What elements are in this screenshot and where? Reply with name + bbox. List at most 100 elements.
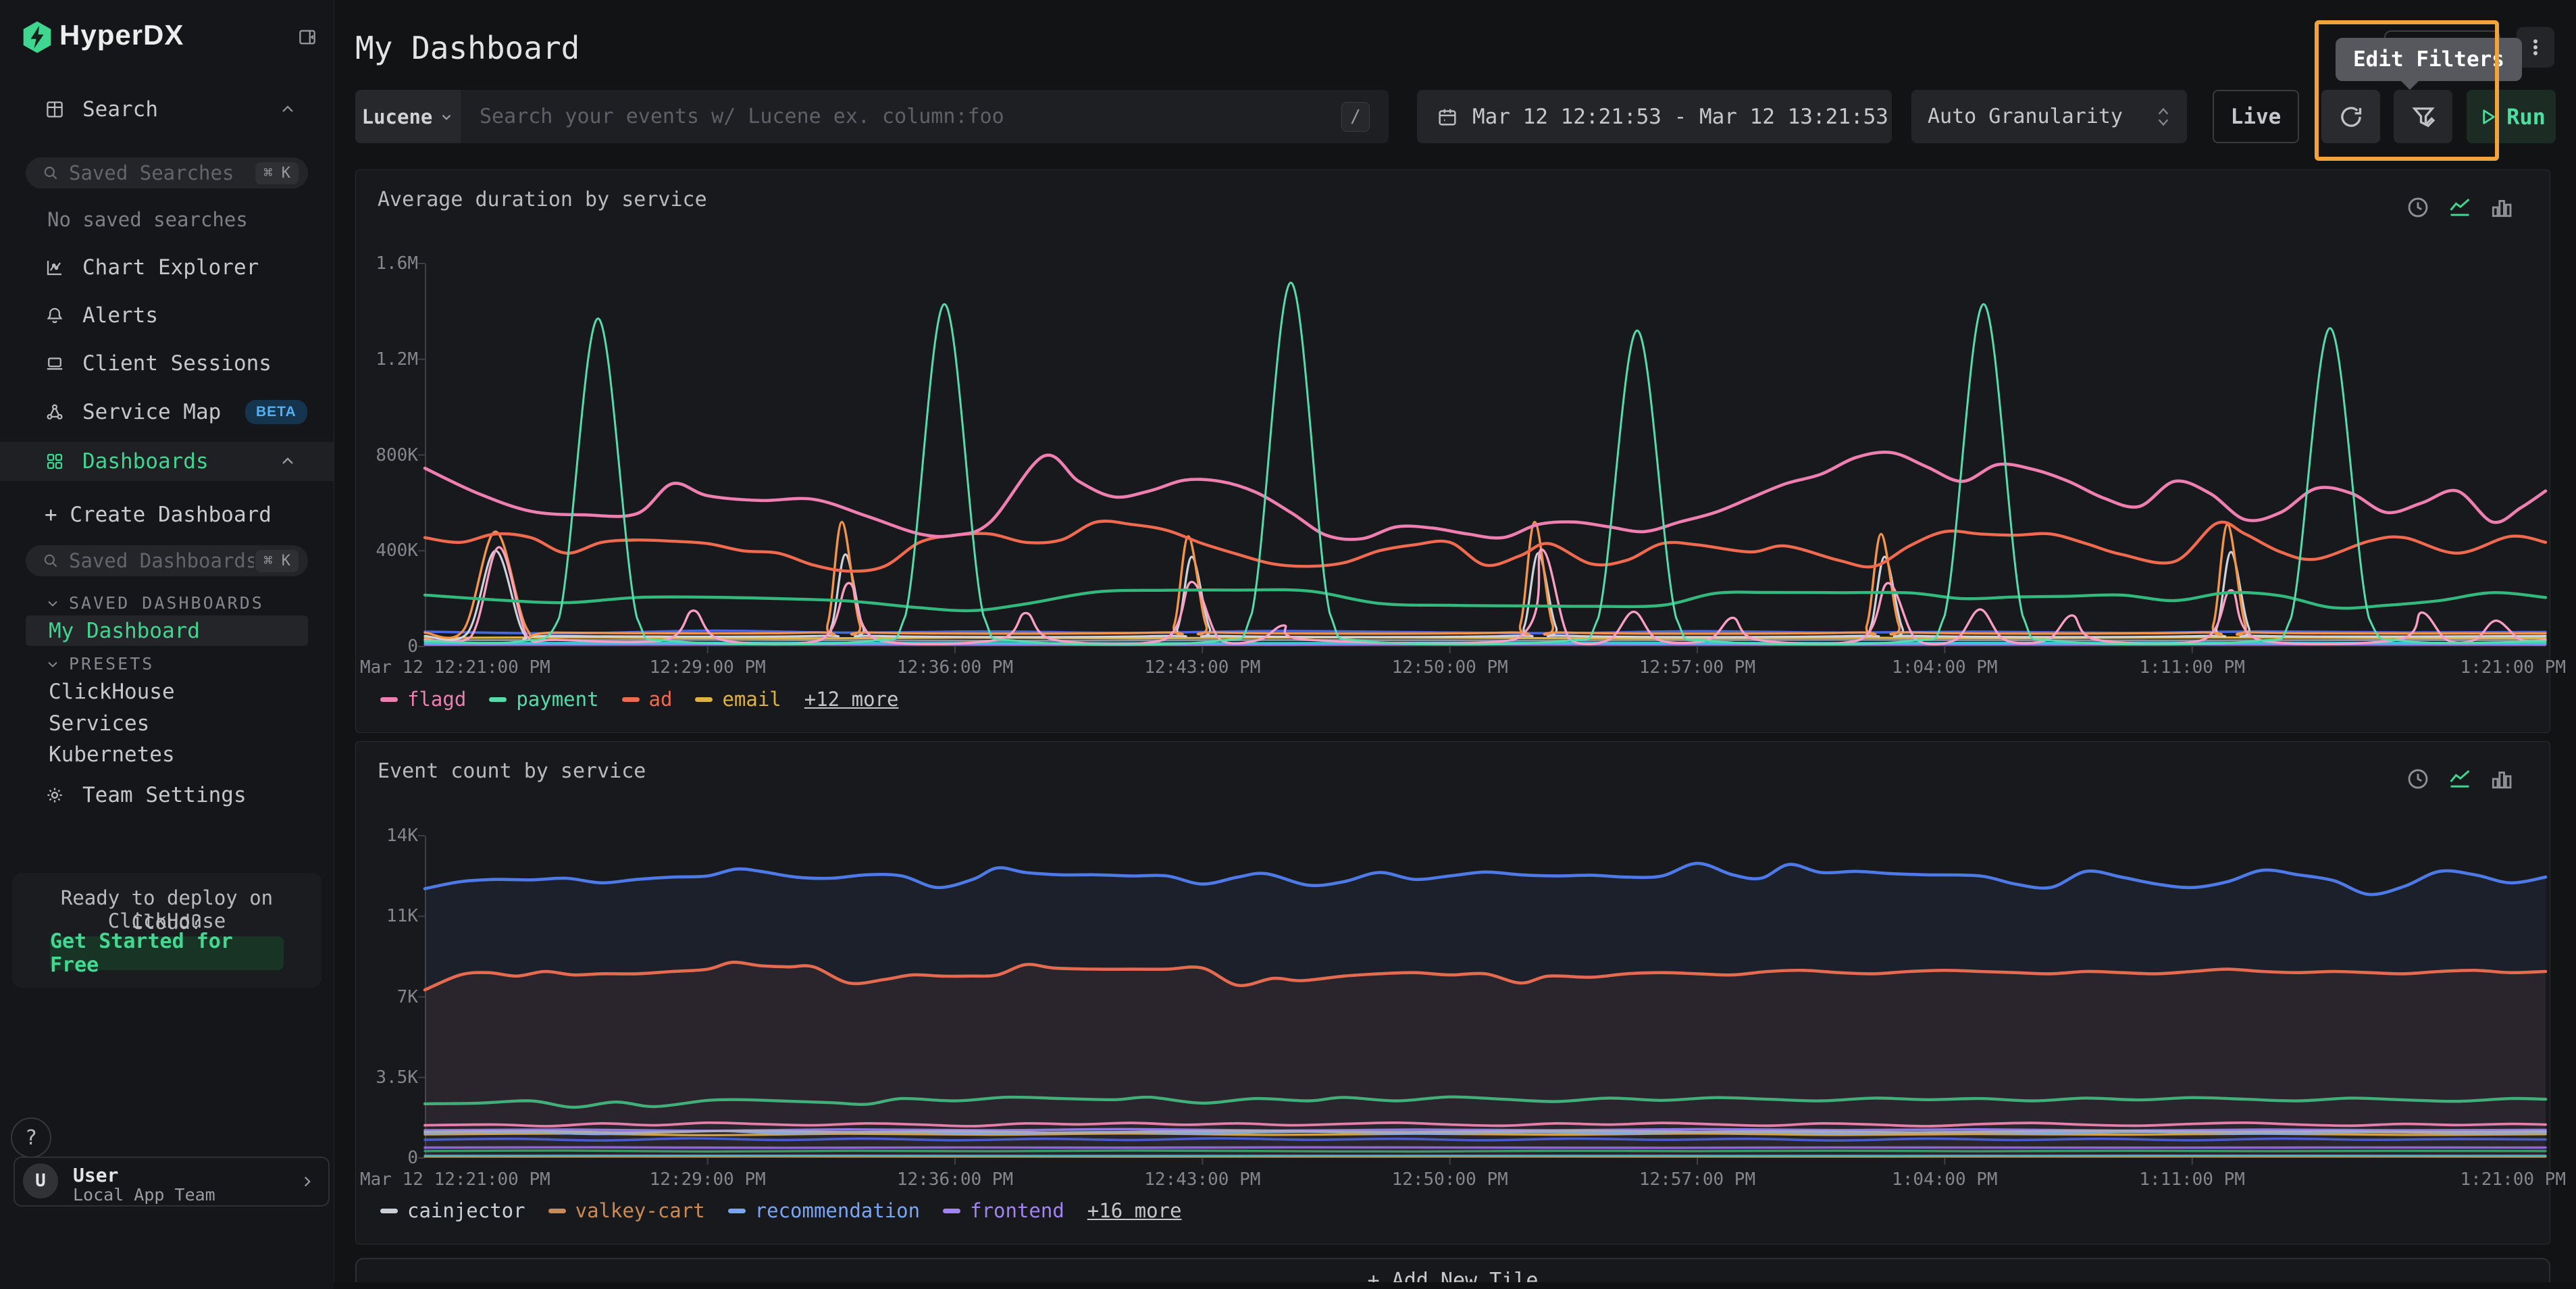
live-label: Live [2231,105,2282,129]
chart-title: Average duration by service [378,188,707,211]
saved-searches-search[interactable]: ⌘ K [26,157,308,188]
sidebar-item-label: Service Map [82,400,221,424]
legend-label: cainjector [407,1199,525,1222]
run-label: Run [2506,104,2546,130]
legend-item[interactable]: frontend [943,1199,1064,1222]
x-axis-labels: Mar 12 12:21:00 PM12:29:00 PM12:36:00 PM… [425,1167,2546,1190]
legend-item[interactable]: email [695,688,781,711]
sidebar-item-search[interactable]: Search [0,91,334,128]
chart-explorer-icon [45,257,65,278]
sidebar-collapse-icon[interactable] [297,27,317,47]
clickhouse-cloud-card: Ready to deploy on ClickHouse Cloud? Get… [12,873,321,988]
chevron-right-icon [299,1173,316,1190]
bar-chart-icon[interactable] [2489,766,2515,792]
line-chart-icon[interactable] [2447,766,2473,792]
legend-more-link[interactable]: +12 more [804,688,899,711]
time-range-picker[interactable]: Mar 12 12:21:53 - Mar 12 13:21:53 [1417,90,1892,143]
bar-chart-icon[interactable] [2489,195,2515,220]
dashboard-name-label: My Dashboard [49,619,200,643]
chevron-up-icon[interactable] [278,452,297,471]
get-started-button[interactable]: Get Started for Free [50,936,284,970]
y-tick-label: 0 [407,1148,418,1168]
legend-label: valkey-cart [575,1199,705,1222]
shortcut-badge: ⌘ K [255,550,299,572]
sidebar-item-service-map[interactable]: Service Map BETA [0,393,334,431]
sidebar-item-label: Dashboards [82,449,209,474]
x-tick-label: 12:29:00 PM [650,657,766,678]
sidebar-item-label: Client Sessions [82,351,272,376]
x-tick-label: 12:57:00 PM [1639,657,1755,678]
sidebar-item-my-dashboard[interactable]: My Dashboard [26,615,308,646]
live-button[interactable]: Live [2213,90,2299,143]
help-button[interactable]: ? [11,1117,51,1158]
refresh-button[interactable] [2321,90,2380,143]
run-button[interactable]: Run [2467,90,2556,143]
y-tick-label: 3.5K [376,1067,418,1088]
saved-dashboards-section-header[interactable]: SAVED DASHBOARDS [45,593,264,613]
x-axis-labels: Mar 12 12:21:00 PM12:29:00 PM12:36:00 PM… [425,655,2546,678]
line-chart-icon[interactable] [2447,195,2473,220]
sidebar-item-dashboards[interactable]: Dashboards [0,442,334,481]
logo-text: HyperDX [59,19,184,51]
user-profile-card[interactable]: U User Local App Team [14,1157,330,1207]
legend-swatch [548,1209,566,1213]
granularity-select[interactable]: Auto Granularity [1911,90,2187,143]
line-chart-plot[interactable] [425,263,2546,647]
search-icon [42,164,59,182]
legend-label: recommendation [755,1199,920,1222]
sidebar-item-client-sessions[interactable]: Client Sessions [0,345,334,382]
y-tick-label: 800K [376,445,418,465]
chevron-down-icon [45,656,61,672]
legend-item[interactable]: payment [489,688,598,711]
sidebar-item-services[interactable]: Services [49,711,149,736]
saved-dashboards-search[interactable]: ⌘ K [26,545,308,576]
chart-tile-event-count: Event count by service 03.5K7K11K14K Mar… [355,741,2550,1244]
chevron-up-icon[interactable] [278,100,297,119]
x-tick-label: Mar 12 12:21:00 PM [360,1169,550,1190]
time-options-icon[interactable] [2405,766,2431,792]
select-chevrons-icon [2156,105,2171,129]
edit-filters-button[interactable] [2394,90,2452,143]
legend-label: frontend [970,1199,1064,1222]
saved-dashboards-input[interactable] [68,549,255,573]
y-axis-labels: 0400K800K1.2M1.6M [356,263,418,647]
event-search-input[interactable] [461,104,1389,129]
legend-item[interactable]: valkey-cart [548,1199,705,1222]
legend-swatch [380,697,398,702]
play-icon [2477,106,2498,128]
sidebar-item-label: Team Settings [82,783,247,807]
legend-item[interactable]: ad [622,688,673,711]
presets-section-header[interactable]: PRESETS [45,654,154,674]
create-dashboard-button[interactable]: + Create Dashboard [45,503,272,527]
bottom-scroll-strip [334,1282,2576,1289]
legend-more-link[interactable]: +16 more [1087,1199,1182,1222]
legend-item[interactable]: flagd [380,688,466,711]
y-tick-label: 14K [386,826,418,846]
legend-item[interactable]: cainjector [380,1199,525,1222]
sidebar-item-chart-explorer[interactable]: Chart Explorer [0,249,334,286]
legend-item[interactable]: recommendation [728,1199,920,1222]
legend-swatch [489,697,507,702]
shortcut-badge: ⌘ K [255,162,299,184]
query-language-select[interactable]: Lucene [355,90,461,143]
sidebar-item-team-settings[interactable]: Team Settings [0,776,334,814]
service-map-icon [45,402,65,422]
tooltip-text: Edit Filters [2353,47,2504,72]
event-search-field[interactable]: / [461,90,1389,143]
x-tick-label: 12:29:00 PM [650,1169,766,1190]
y-tick-label: 1.6M [376,253,418,274]
dashboard-menu-button[interactable] [2517,27,2554,68]
sidebar-item-alerts[interactable]: Alerts [0,297,334,334]
x-tick-label: 1:04:00 PM [1892,1169,1998,1190]
saved-searches-input[interactable] [68,161,255,185]
legend-swatch [695,697,713,702]
time-options-icon[interactable] [2405,195,2431,220]
x-tick-label: Mar 12 12:21:00 PM [360,657,550,678]
chart-legend: cainjector valkey-cart recommendation front… [380,1199,1181,1222]
filter-icon [2409,103,2438,131]
x-tick-label: 1:11:00 PM [2139,1169,2245,1190]
user-name: User [73,1164,118,1186]
line-chart-plot[interactable] [425,836,2546,1158]
sidebar-item-clickhouse[interactable]: ClickHouse [49,680,175,704]
sidebar-item-kubernetes[interactable]: Kubernetes [49,742,175,767]
